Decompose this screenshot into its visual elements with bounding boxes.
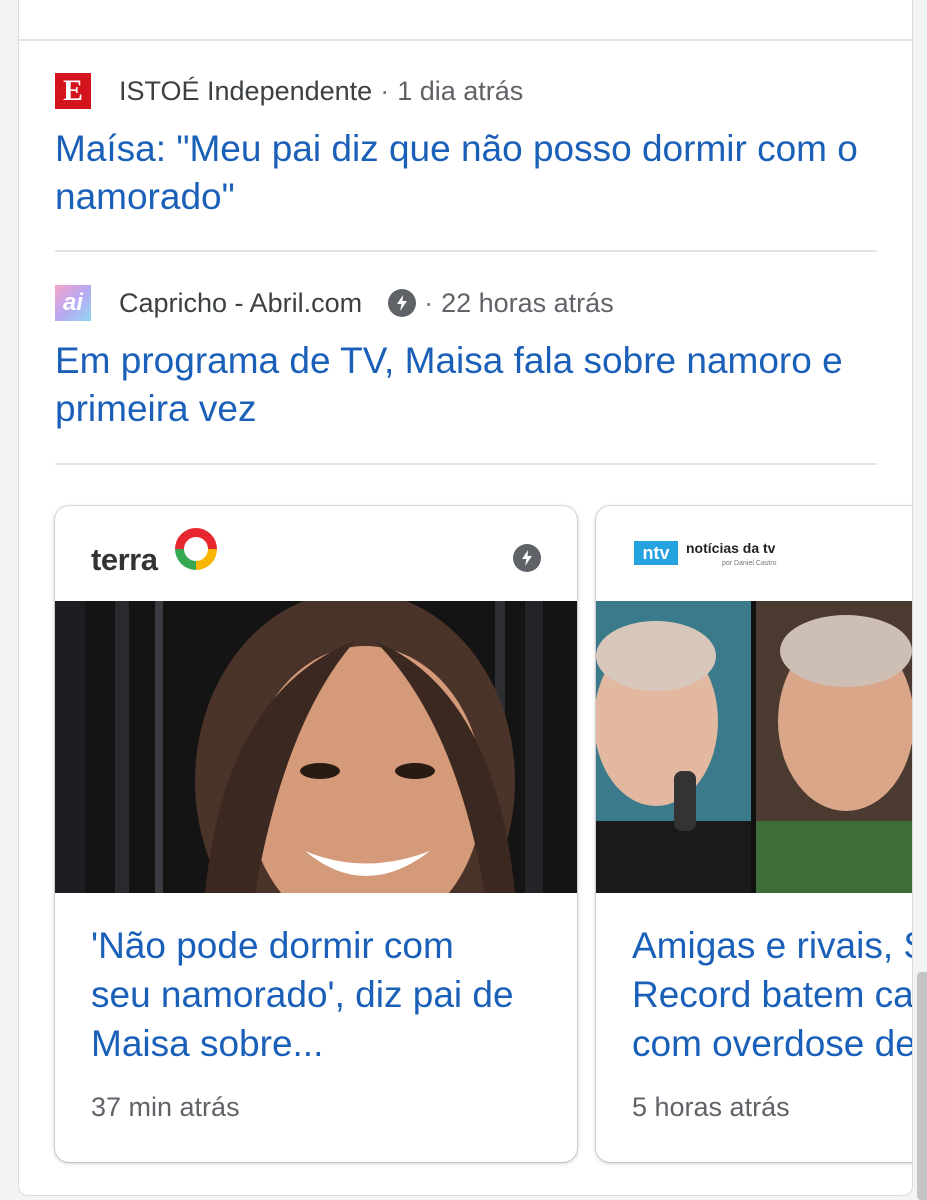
card-headline[interactable]: 'Não pode dormir com seu namorado', diz … xyxy=(91,921,557,1068)
story-source: ISTOÉ Independente xyxy=(119,75,373,106)
scrollbar-thumb[interactable] xyxy=(917,972,927,1200)
news-panel: E ISTOÉ Independente · 1 dia atrás Maísa… xyxy=(18,0,913,1196)
story-headline[interactable]: Maísa: "Meu pai diz que não posso dormir… xyxy=(55,125,885,221)
story-capricho[interactable]: ai Capricho - Abril.com · 22 horas atrás… xyxy=(55,283,885,433)
terra-logo-text: terra xyxy=(91,542,158,577)
story-divider xyxy=(55,463,877,465)
news-card-noticiasdatv[interactable]: ntv notícias da tv por Daniel Castro Ami… xyxy=(596,506,912,1162)
news-card-terra[interactable]: terra 'Não pode dormir com seu namorado'… xyxy=(55,506,577,1162)
capricho-logo-icon: ai xyxy=(55,285,91,321)
story-headline[interactable]: Em programa de TV, Maisa fala sobre namo… xyxy=(55,337,885,433)
card-thumbnail-image[interactable] xyxy=(596,601,912,893)
card-time: 5 horas atrás xyxy=(632,1092,790,1122)
story-divider xyxy=(55,250,877,252)
story-meta: E ISTOÉ Independente · 1 dia atrás xyxy=(55,71,885,111)
card-time: 37 min atrás xyxy=(91,1092,240,1122)
ntv-logo-icon: ntv xyxy=(634,541,678,565)
istoe-logo-icon: E xyxy=(55,73,91,109)
story-time: 1 dia atrás xyxy=(397,75,524,106)
amp-lightning-icon xyxy=(513,544,541,572)
top-divider xyxy=(19,39,912,41)
ntv-logo-text: notícias da tv xyxy=(686,540,776,556)
ntv-logo-subtext: por Daniel Castro xyxy=(722,560,777,567)
amp-lightning-icon xyxy=(388,289,417,317)
separator-dot: · xyxy=(424,287,434,318)
card-thumbnail-image[interactable] xyxy=(55,601,577,893)
story-source: Capricho - Abril.com xyxy=(119,287,363,318)
story-time: 22 horas atrás xyxy=(441,287,614,318)
card-header: terra xyxy=(55,506,577,601)
story-istoe[interactable]: E ISTOÉ Independente · 1 dia atrás Maísa… xyxy=(55,71,885,221)
story-meta: ai Capricho - Abril.com · 22 horas atrás xyxy=(55,283,885,323)
separator-dot: · xyxy=(380,75,390,106)
terra-logo-icon xyxy=(175,528,217,570)
card-header: ntv notícias da tv por Daniel Castro xyxy=(596,506,912,601)
card-headline[interactable]: Amigas e rivais, S Record batem ca com o… xyxy=(632,921,912,1068)
